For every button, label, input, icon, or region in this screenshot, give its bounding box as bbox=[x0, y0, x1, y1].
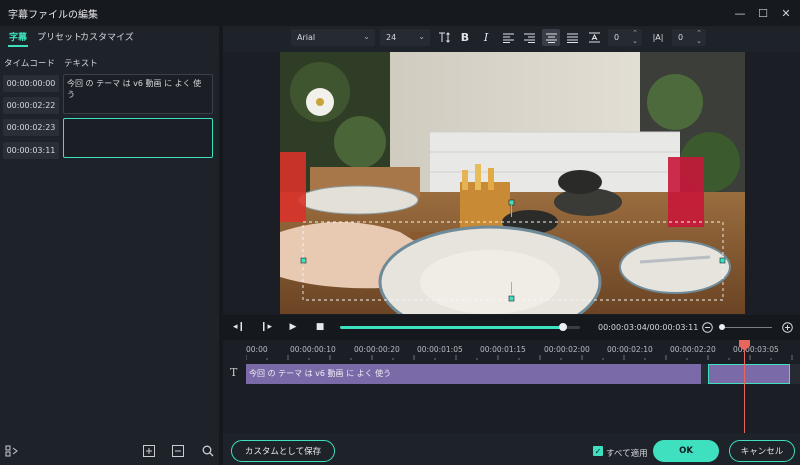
ruler-label: 00:00:02:20 bbox=[670, 345, 716, 354]
subtitle-end-timecode[interactable]: 00:00:02:22 bbox=[3, 97, 59, 114]
next-frame-icon[interactable]: ❙▸ bbox=[259, 320, 273, 334]
apply-all-checkbox[interactable]: ✓ bbox=[593, 446, 603, 456]
font-size-select[interactable]: 24 ⌄ bbox=[380, 29, 430, 46]
subtitle-text-field[interactable]: 今回 の テーマ は v6 動画 に よく 使う bbox=[63, 74, 213, 114]
cancel-button[interactable]: キャンセル bbox=[729, 440, 795, 462]
chevron-down-icon: ⌄ bbox=[418, 32, 425, 41]
timecode-column-header: タイムコード bbox=[4, 59, 55, 69]
line-spacing-input[interactable]: 0 ⌃ ⌄ bbox=[608, 29, 642, 46]
zoom-out-icon[interactable] bbox=[700, 320, 714, 334]
align-center-icon[interactable] bbox=[542, 29, 560, 46]
align-left-icon[interactable] bbox=[499, 29, 517, 46]
subtitle-end-timecode[interactable]: 00:00:03:11 bbox=[3, 142, 59, 159]
letter-spacing-value: 0 bbox=[678, 33, 684, 42]
title-bar: 字幕ファイルの編集 — ☐ ✕ bbox=[0, 0, 800, 26]
text-column-header: テキスト bbox=[64, 59, 98, 69]
ruler-label: 00:00:02:10 bbox=[607, 345, 653, 354]
text-height-icon[interactable] bbox=[435, 29, 453, 46]
video-preview-image bbox=[280, 52, 745, 314]
add-subtitle-icon[interactable] bbox=[142, 444, 156, 458]
ruler-label: 00:00:00:20 bbox=[354, 345, 400, 354]
close-button[interactable]: ✕ bbox=[771, 0, 800, 26]
subtitle-text-field-selected[interactable] bbox=[63, 118, 213, 158]
font-size-value: 24 bbox=[386, 33, 397, 42]
italic-icon[interactable]: I bbox=[477, 29, 495, 46]
line-spacing-value: 0 bbox=[614, 33, 620, 42]
align-justify-icon[interactable] bbox=[563, 29, 581, 46]
zoom-slider[interactable] bbox=[720, 327, 772, 328]
stepper-icon[interactable]: ⌃ ⌄ bbox=[632, 29, 638, 45]
subtitle-start-timecode[interactable]: 00:00:00:00 bbox=[3, 75, 59, 92]
ruler-label: 00:00:02:00 bbox=[544, 345, 590, 354]
save-as-custom-button[interactable]: カスタムとして保存 bbox=[231, 440, 335, 462]
search-icon[interactable] bbox=[201, 444, 215, 458]
letter-spacing-icon[interactable]: |A| bbox=[649, 29, 667, 46]
tab-customize[interactable]: カスタマイズ bbox=[80, 30, 134, 43]
chevron-down-icon: ⌄ bbox=[363, 32, 370, 41]
progress-track[interactable] bbox=[340, 326, 580, 329]
tab-subtitle[interactable]: 字幕 bbox=[9, 30, 27, 43]
apply-all-label: すべて適用 bbox=[606, 449, 648, 459]
window-title: 字幕ファイルの編集 bbox=[8, 10, 98, 21]
line-spacing-icon[interactable] bbox=[585, 29, 603, 46]
ruler-label: 00:00 bbox=[246, 345, 268, 354]
ok-button[interactable]: OK bbox=[653, 440, 719, 462]
playhead-marker[interactable] bbox=[739, 340, 750, 351]
progress-fill bbox=[340, 326, 564, 329]
play-icon[interactable]: ▶ bbox=[286, 320, 300, 334]
letter-spacing-input[interactable]: 0 ⌃ ⌄ bbox=[672, 29, 706, 46]
ruler-label: 00:00:01:15 bbox=[480, 345, 526, 354]
tab-preset[interactable]: プリセット bbox=[37, 30, 82, 43]
playback-time: 00:00:03:04/00:00:03:11 bbox=[598, 323, 699, 332]
subtitle-clip-selected[interactable] bbox=[708, 364, 790, 384]
text-track-icon: T bbox=[230, 366, 238, 379]
font-family-select[interactable]: Arial ⌄ bbox=[291, 29, 375, 46]
ruler-ticks bbox=[246, 355, 793, 360]
subtitle-start-timecode[interactable]: 00:00:02:23 bbox=[3, 119, 59, 136]
remove-subtitle-icon[interactable] bbox=[171, 444, 185, 458]
playhead-line[interactable] bbox=[744, 346, 745, 433]
font-family-value: Arial bbox=[297, 33, 316, 42]
ruler-label: 00:00:00:10 bbox=[290, 345, 336, 354]
ruler-label: 00:00:01:05 bbox=[417, 345, 463, 354]
bold-icon[interactable]: B bbox=[456, 29, 474, 46]
zoom-slider-handle[interactable] bbox=[719, 324, 725, 330]
previous-frame-icon[interactable]: ◂❙ bbox=[232, 320, 246, 334]
active-tab-indicator bbox=[8, 45, 28, 47]
align-right-icon[interactable] bbox=[520, 29, 538, 46]
zoom-in-icon[interactable] bbox=[780, 320, 794, 334]
split-icon[interactable] bbox=[4, 444, 18, 458]
stop-icon[interactable]: ■ bbox=[313, 320, 327, 334]
subtitle-clip[interactable]: 今回 の テーマ は v6 動画 に よく 使う bbox=[246, 364, 701, 384]
stepper-icon[interactable]: ⌃ ⌄ bbox=[696, 29, 702, 45]
